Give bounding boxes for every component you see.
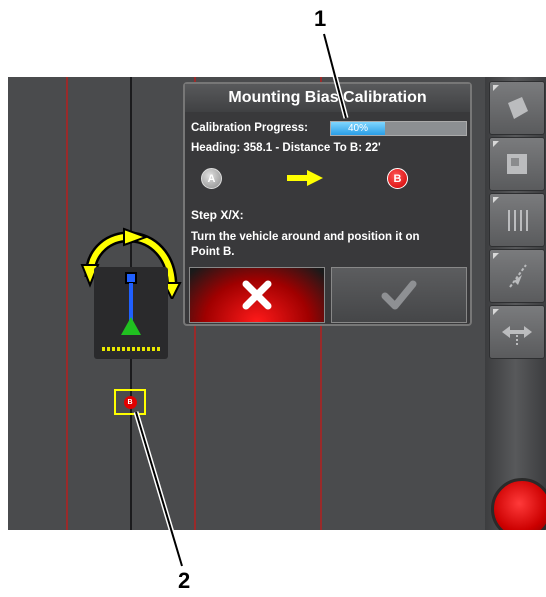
rotate-view-icon — [508, 97, 528, 119]
progress-text: 40% — [347, 123, 368, 134]
vehicle-icon — [94, 267, 168, 359]
step-label: Step X/X: — [191, 208, 244, 222]
cancel-button[interactable] — [189, 267, 325, 323]
progress-fill: 40% — [331, 122, 385, 135]
callout-2: 2 — [178, 568, 191, 593]
point-b-marker[interactable]: B — [114, 389, 146, 415]
guideline-left — [66, 77, 68, 530]
point-b-icon: B — [387, 168, 408, 189]
callout-1: 1 — [314, 6, 327, 31]
toolbar-button-curve[interactable] — [489, 249, 545, 303]
toolbar-button-rotate[interactable] — [489, 81, 545, 135]
calibration-progress-bar: 40% — [330, 121, 467, 136]
progress-label: Calibration Progress: — [191, 122, 308, 134]
toolbar-button-nudge[interactable] — [489, 305, 545, 359]
calibration-dialog: Mounting Bias Calibration Calibration Pr… — [183, 82, 472, 326]
nudge-arrows-icon — [502, 326, 532, 345]
curve-guidance-icon — [509, 264, 527, 288]
checkmark-icon — [381, 280, 417, 310]
point-b-label: B — [393, 172, 402, 185]
instruction-line-2: Point B. — [191, 246, 235, 258]
map-view-icon — [507, 154, 527, 174]
point-a-icon: A — [201, 168, 222, 189]
cancel-x-icon — [242, 280, 272, 310]
right-arrow-icon — [287, 170, 323, 186]
toolbar-button-lines[interactable] — [489, 193, 545, 247]
dialog-title: Mounting Bias Calibration — [185, 84, 470, 112]
instruction-line-1: Turn the vehicle around and position it … — [191, 231, 420, 243]
point-b-marker-label: B — [123, 395, 137, 409]
heading-distance-text: Heading: 358.1 - Distance To B: 22' — [191, 142, 381, 154]
confirm-button[interactable] — [331, 267, 467, 323]
toolbar-button-map[interactable] — [489, 137, 545, 191]
point-a-label: A — [207, 172, 216, 185]
guidance-lines-icon — [508, 210, 528, 231]
